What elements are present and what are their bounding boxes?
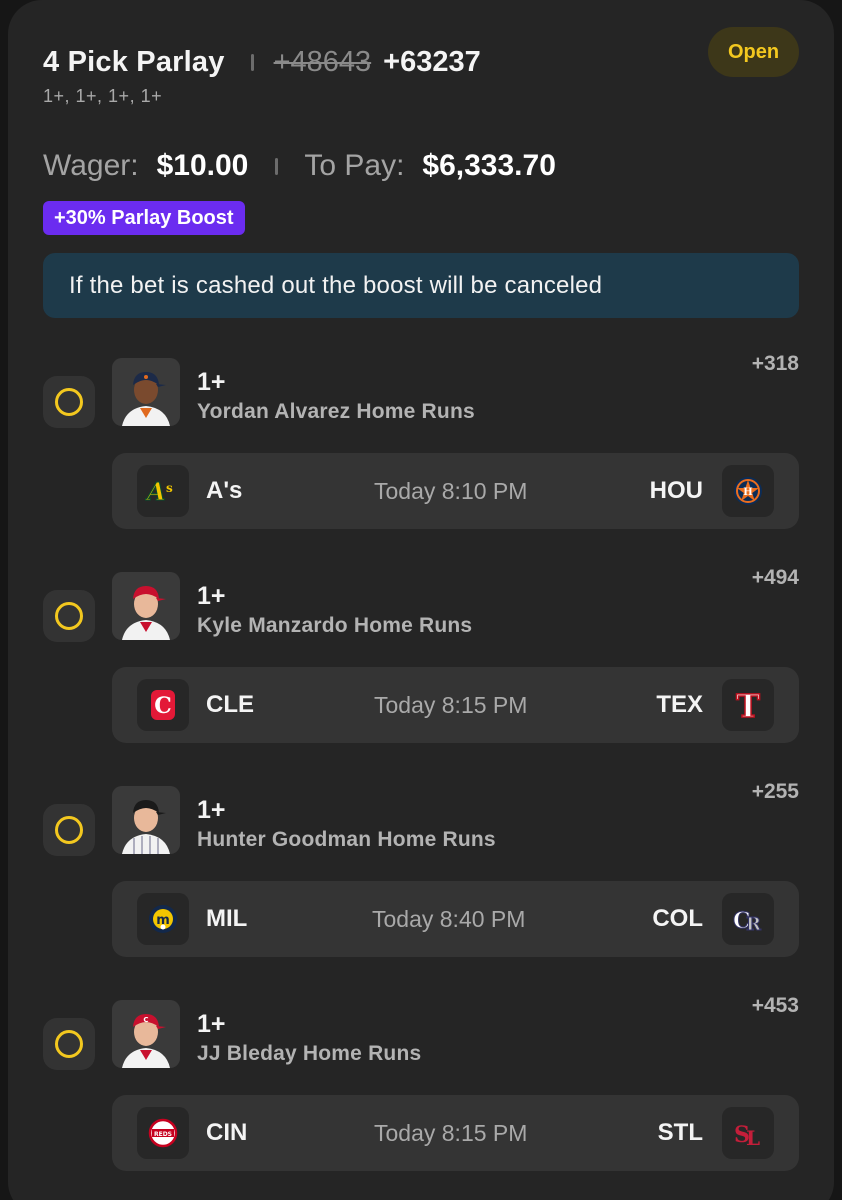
away-team: CIN [206, 1119, 248, 1146]
player-headshot: C [112, 1000, 180, 1068]
player-headshot [112, 358, 180, 426]
leg-status-indicator [43, 590, 95, 642]
wager-label: Wager: [43, 149, 139, 182]
away-team: CLE [206, 691, 254, 718]
parlay-leg[interactable]: 1+ Hunter Goodman Home Runs +255 m MIL T… [0, 778, 842, 958]
svg-text:REDS: REDS [154, 1131, 172, 1138]
parlay-boost-badge: +30% Parlay Boost [43, 201, 245, 235]
leg-status-indicator [43, 376, 95, 428]
leg-odds: +453 [751, 994, 799, 1017]
pending-circle-icon [55, 1030, 83, 1058]
player-avatar-icon [112, 572, 180, 640]
parlay-header: 4 Pick Parlay +48643 +63237 1+, 1+, 1+, … [43, 42, 481, 107]
rockies-logo-icon: C R [722, 893, 774, 945]
reds-logo-icon: REDS [137, 1107, 189, 1159]
game-matchup[interactable]: m MIL Today 8:40 PM COL C R [112, 881, 799, 957]
wager-amount: $10.00 [156, 149, 249, 182]
player-headshot [112, 786, 180, 854]
leg-odds: +318 [751, 352, 799, 375]
svg-text:C: C [143, 1016, 148, 1024]
leg-market: Kyle Manzardo Home Runs [197, 614, 473, 637]
payout-label: To Pay: [304, 149, 405, 182]
leg-market: JJ Bleday Home Runs [197, 1042, 422, 1065]
pending-circle-icon [55, 388, 83, 416]
away-team: A's [206, 477, 243, 504]
home-team: TEX [656, 691, 703, 718]
parlay-leg[interactable]: C 1+ JJ Bleday Home Runs +453 REDS CIN T… [0, 992, 842, 1172]
game-time: Today 8:40 PM [372, 906, 526, 932]
home-team: HOU [649, 477, 703, 504]
svg-text:L: L [746, 1126, 760, 1149]
leg-status-indicator [43, 804, 95, 856]
leg-market: Hunter Goodman Home Runs [197, 828, 496, 851]
game-time: Today 8:15 PM [374, 692, 528, 718]
game-time: Today 8:15 PM [374, 1120, 528, 1146]
player-avatar-icon [112, 358, 180, 426]
original-odds: +48643 [273, 45, 372, 78]
game-time: Today 8:10 PM [374, 478, 528, 504]
parlay-leg[interactable]: 1+ Kyle Manzardo Home Runs +494 C CLE To… [0, 564, 842, 744]
leg-odds: +494 [751, 566, 799, 589]
brewers-logo-icon: m [137, 893, 189, 945]
svg-text:H: H [743, 487, 752, 498]
boosted-odds: +63237 [383, 45, 481, 78]
parlay-lines-summary: 1+, 1+, 1+, 1+ [43, 86, 163, 106]
payout-amount: $6,333.70 [422, 149, 556, 182]
home-team: STL [657, 1119, 703, 1146]
guardians-logo-icon: C [137, 679, 189, 731]
svg-text:s: s [166, 481, 173, 495]
athletics-logo-icon: A s [137, 465, 189, 517]
game-matchup[interactable]: A s A's Today 8:10 PM HOU H [112, 453, 799, 529]
pending-circle-icon [55, 816, 83, 844]
svg-text:C: C [154, 693, 172, 719]
astros-logo-icon: H [722, 465, 774, 517]
cashout-notice: If the bet is cashed out the boost will … [43, 253, 799, 318]
rangers-logo-icon: T [722, 679, 774, 731]
home-team: COL [652, 905, 703, 932]
title-row: 4 Pick Parlay +48643 +63237 [43, 42, 481, 82]
svg-text:T: T [736, 688, 760, 722]
svg-text:A: A [145, 477, 166, 506]
wager-payout-row: Wager: $10.00 To Pay: $6,333.70 [43, 146, 556, 186]
away-team: MIL [206, 905, 248, 932]
leg-status-indicator [43, 1018, 95, 1070]
pending-circle-icon [55, 602, 83, 630]
svg-text:R: R [746, 914, 762, 934]
game-matchup[interactable]: C CLE Today 8:15 PM TEX T [112, 667, 799, 743]
parlay-title: 4 Pick Parlay [43, 45, 225, 78]
title-divider [250, 53, 254, 71]
leg-line: 1+ [197, 368, 226, 396]
leg-market: Yordan Alvarez Home Runs [197, 400, 475, 423]
parlay-leg[interactable]: 1+ Yordan Alvarez Home Runs +318 A s A's… [0, 350, 842, 530]
player-headshot [112, 572, 180, 640]
player-avatar-icon: C [112, 1000, 180, 1068]
game-matchup[interactable]: REDS CIN Today 8:15 PM STL S L [112, 1095, 799, 1171]
leg-line: 1+ [197, 582, 226, 610]
status-badge: Open [708, 27, 799, 77]
leg-odds: +255 [751, 780, 799, 803]
cardinals-logo-icon: S L [722, 1107, 774, 1159]
leg-line: 1+ [197, 796, 226, 824]
player-avatar-icon [112, 786, 180, 854]
leg-line: 1+ [197, 1010, 226, 1038]
money-divider [275, 157, 279, 175]
